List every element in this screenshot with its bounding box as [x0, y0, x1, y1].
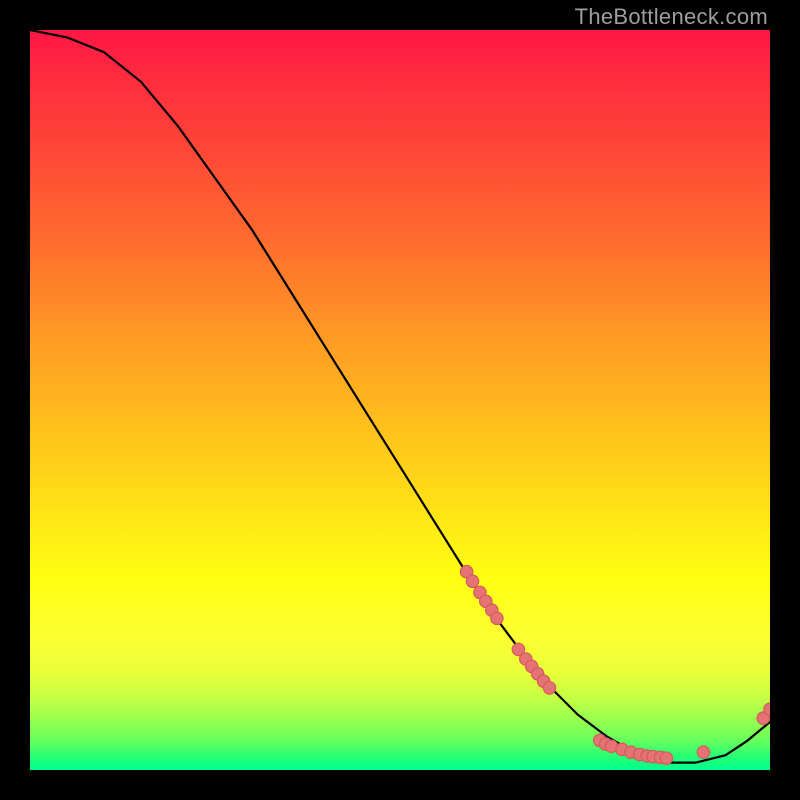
chart-plot-area	[30, 30, 770, 770]
curve-marker	[641, 750, 653, 762]
curve-marker	[480, 595, 492, 607]
bottleneck-curve	[30, 30, 770, 763]
curve-marker	[757, 712, 769, 724]
curve-marker	[526, 660, 538, 672]
chart-frame: TheBottleneck.com	[0, 0, 800, 800]
curve-marker	[764, 703, 770, 715]
curve-marker	[660, 752, 672, 764]
curve-marker	[460, 566, 472, 578]
curve-marker	[634, 748, 646, 760]
curve-markers	[460, 566, 770, 765]
curve-marker	[466, 575, 478, 587]
curve-marker	[537, 675, 549, 687]
curve-marker	[647, 751, 659, 763]
curve-marker	[697, 746, 709, 758]
curve-marker	[616, 743, 628, 755]
curve-marker	[491, 612, 503, 624]
chart-overlay	[30, 30, 770, 770]
curve-marker	[474, 586, 486, 598]
curve-marker	[600, 738, 612, 750]
curve-marker	[605, 740, 617, 752]
curve-marker	[654, 751, 666, 763]
curve-marker	[625, 746, 637, 758]
curve-marker	[531, 668, 543, 680]
curve-marker	[512, 643, 524, 655]
curve-marker	[594, 734, 606, 746]
curve-marker	[543, 682, 555, 694]
curve-marker	[520, 653, 532, 665]
watermark-text: TheBottleneck.com	[575, 4, 768, 30]
curve-marker	[486, 604, 498, 616]
